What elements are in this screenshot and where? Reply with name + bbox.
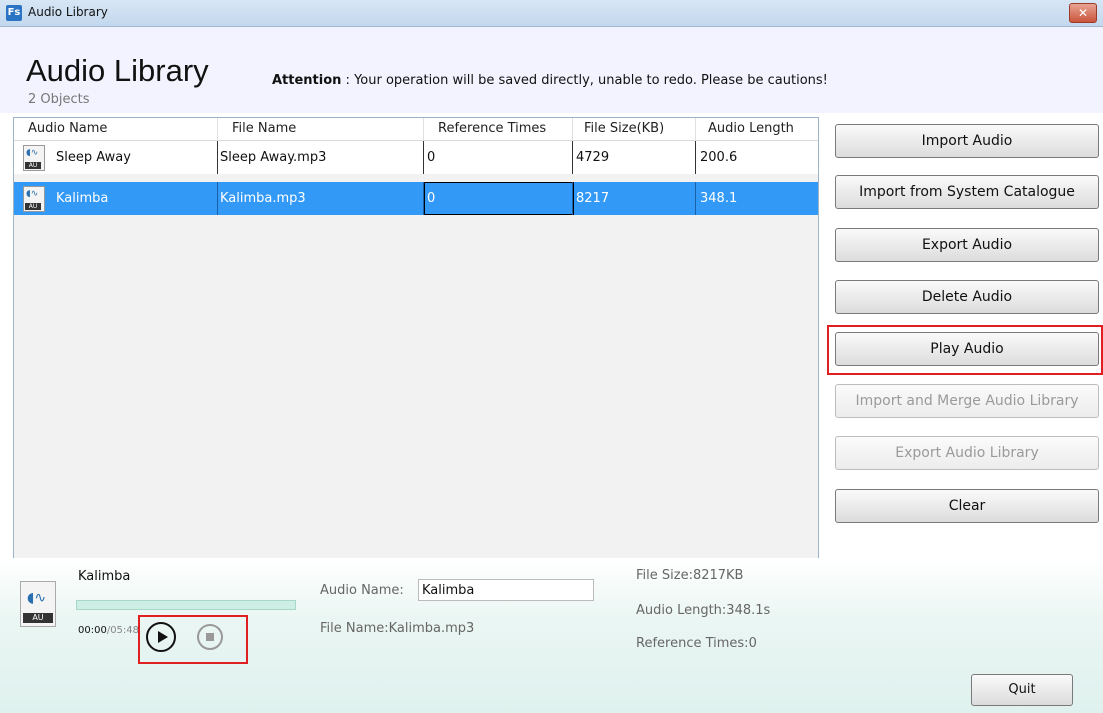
attention-label: Attention (272, 73, 342, 88)
column-header-audio-length[interactable]: Audio Length (708, 121, 812, 136)
audio-file-icon: ◖∿ AU (20, 581, 56, 627)
import-merge-library-button[interactable]: Import and Merge Audio Library (835, 384, 1099, 418)
player-track-title: Kalimba (78, 569, 131, 584)
close-button[interactable]: ✕ (1069, 3, 1097, 23)
column-divider[interactable] (423, 118, 424, 140)
import-audio-button[interactable]: Import Audio (835, 124, 1099, 158)
column-header-file-size[interactable]: File Size(KB) (584, 121, 664, 136)
cell-file-name: Kalimba.mp3 (220, 191, 306, 206)
stop-icon[interactable] (197, 624, 223, 650)
export-audio-library-button[interactable]: Export Audio Library (835, 436, 1099, 470)
column-header-file-name[interactable]: File Name (232, 121, 296, 136)
delete-audio-button[interactable]: Delete Audio (835, 280, 1099, 314)
play-icon[interactable] (146, 622, 176, 652)
play-audio-button[interactable]: Play Audio (835, 332, 1099, 366)
table-row[interactable]: ◖∿ AU Kalimba Kalimba.mp3 0 8217 348.1 (14, 182, 818, 215)
table-header: Audio Name File Name Reference Times Fil… (14, 118, 818, 141)
import-from-system-catalogue-button[interactable]: Import from System Catalogue (835, 175, 1099, 209)
header: Audio Library Attention : Your operation… (0, 27, 1103, 113)
column-divider[interactable] (217, 118, 218, 140)
cell-audio-length: 200.6 (700, 150, 738, 165)
cell-audio-name: Sleep Away (56, 150, 131, 165)
cell-file-name: Sleep Away.mp3 (220, 150, 327, 165)
cell-reference-times: 0 (427, 150, 436, 165)
app-icon: Fs (6, 5, 22, 21)
column-divider[interactable] (695, 118, 696, 140)
column-header-reference-times[interactable]: Reference Times (438, 121, 546, 136)
export-audio-button[interactable]: Export Audio (835, 228, 1099, 262)
object-count: 2 Objects (28, 92, 90, 107)
quit-button[interactable]: Quit (971, 674, 1073, 706)
audio-name-input[interactable] (418, 579, 594, 601)
audio-length-text: Audio Length:348.1s (636, 603, 771, 618)
audio-file-icon: ◖∿ AU (23, 145, 45, 171)
cell-audio-length: 348.1 (700, 191, 738, 206)
cell-file-size: 8217 (576, 191, 610, 206)
file-name-text: File Name:Kalimba.mp3 (320, 621, 475, 636)
file-size-text: File Size:8217KB (636, 568, 744, 583)
cell-reference-times: 0 (427, 191, 436, 206)
page-title: Audio Library (26, 53, 209, 88)
attention-notice: Attention : Your operation will be saved… (272, 73, 828, 88)
column-header-audio-name[interactable]: Audio Name (28, 121, 107, 136)
audio-table: Audio Name File Name Reference Times Fil… (13, 117, 819, 559)
player-panel: Kalimba ◖∿AU 00:00/05:48 Audio Name: Fil… (0, 558, 1103, 713)
cell-audio-name: Kalimba (56, 191, 109, 206)
progress-bar[interactable] (76, 600, 296, 610)
clear-button[interactable]: Clear (835, 489, 1099, 523)
audio-file-icon: ◖∿ AU (23, 186, 45, 212)
table-row[interactable]: ◖∿ AU Sleep Away Sleep Away.mp3 0 4729 20… (14, 141, 818, 174)
cell-file-size: 4729 (576, 150, 610, 165)
column-divider[interactable] (572, 118, 573, 140)
playback-time: 00:00/05:48 (78, 625, 140, 636)
reference-times-text: Reference Times:0 (636, 636, 757, 651)
attention-text: : Your operation will be saved directly,… (341, 73, 828, 88)
main-area: Audio Name File Name Reference Times Fil… (0, 113, 1103, 559)
window-title: Audio Library (28, 5, 108, 19)
audio-name-label: Audio Name: (320, 583, 404, 598)
title-bar: Fs Audio Library ✕ (0, 0, 1103, 27)
